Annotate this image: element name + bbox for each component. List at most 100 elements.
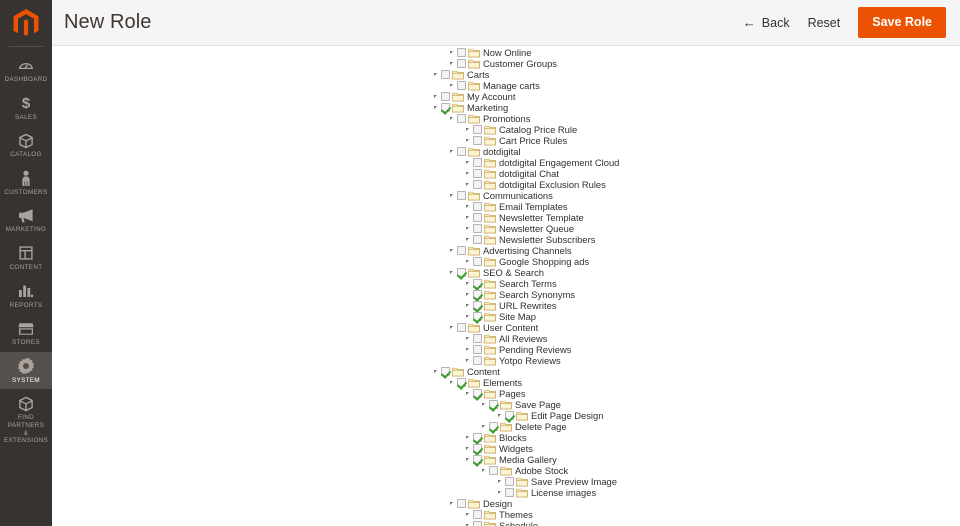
tree-checkbox[interactable] (440, 102, 451, 113)
sidebar-item-system[interactable]: System (0, 351, 52, 390)
tree-collapse-arrow-icon[interactable] (463, 443, 472, 454)
tree-row[interactable]: Newsletter Subscribers (431, 234, 951, 245)
tree-checkbox[interactable] (472, 333, 483, 344)
tree-row[interactable]: Site Map (431, 311, 951, 322)
tree-row[interactable]: License images (431, 487, 951, 498)
tree-checkbox[interactable] (456, 190, 467, 201)
tree-checkbox[interactable] (488, 399, 499, 410)
tree-collapse-arrow-icon[interactable] (447, 498, 456, 509)
tree-checkbox[interactable] (472, 223, 483, 234)
tree-collapse-arrow-icon[interactable] (463, 201, 472, 212)
tree-checkbox[interactable] (488, 465, 499, 476)
tree-collapse-arrow-icon[interactable] (463, 168, 472, 179)
tree-row[interactable]: Marketing (431, 102, 951, 113)
tree-row[interactable]: Newsletter Template (431, 212, 951, 223)
tree-checkbox[interactable] (456, 322, 467, 333)
back-button[interactable]: ← Back (743, 16, 790, 30)
tree-row[interactable]: Newsletter Queue (431, 223, 951, 234)
tree-row[interactable]: dotdigital Exclusion Rules (431, 179, 951, 190)
tree-collapse-arrow-icon[interactable] (463, 124, 472, 135)
tree-row[interactable]: dotdigital Engagement Cloud (431, 157, 951, 168)
tree-checkbox[interactable] (472, 300, 483, 311)
tree-row[interactable]: Now Online (431, 47, 951, 58)
tree-collapse-arrow-icon[interactable] (463, 509, 472, 520)
tree-collapse-arrow-icon[interactable] (463, 454, 472, 465)
tree-collapse-arrow-icon[interactable] (463, 333, 472, 344)
tree-checkbox[interactable] (504, 487, 515, 498)
tree-row[interactable]: Cart Price Rules (431, 135, 951, 146)
tree-row[interactable]: URL Rewrites (431, 300, 951, 311)
tree-checkbox[interactable] (472, 168, 483, 179)
tree-row[interactable]: All Reviews (431, 333, 951, 344)
tree-collapse-arrow-icon[interactable] (495, 410, 504, 421)
tree-checkbox[interactable] (472, 355, 483, 366)
tree-collapse-arrow-icon[interactable] (479, 465, 488, 476)
sidebar-item-catalog[interactable]: Catalog (0, 126, 52, 164)
tree-row[interactable]: Search Terms (431, 278, 951, 289)
tree-collapse-arrow-icon[interactable] (447, 377, 456, 388)
tree-collapse-arrow-icon[interactable] (463, 223, 472, 234)
sidebar-item-reports[interactable]: Reports (0, 277, 52, 315)
tree-row[interactable]: Email Templates (431, 201, 951, 212)
tree-collapse-arrow-icon[interactable] (463, 157, 472, 168)
tree-checkbox[interactable] (456, 80, 467, 91)
tree-row[interactable]: Adobe Stock (431, 465, 951, 476)
tree-collapse-arrow-icon[interactable] (447, 80, 456, 91)
tree-collapse-arrow-icon[interactable] (447, 322, 456, 333)
tree-checkbox[interactable] (472, 135, 483, 146)
tree-collapse-arrow-icon[interactable] (463, 135, 472, 146)
tree-collapse-arrow-icon[interactable] (463, 355, 472, 366)
sidebar-item-marketing[interactable]: Marketing (0, 201, 52, 239)
tree-row[interactable]: Edit Page Design (431, 410, 951, 421)
tree-checkbox[interactable] (456, 58, 467, 69)
tree-checkbox[interactable] (456, 377, 467, 388)
sidebar-item-customers[interactable]: Customers (0, 164, 52, 202)
tree-collapse-arrow-icon[interactable] (495, 476, 504, 487)
tree-checkbox[interactable] (456, 498, 467, 509)
tree-checkbox[interactable] (472, 278, 483, 289)
tree-row[interactable]: dotdigital (431, 146, 951, 157)
sidebar-item-sales[interactable]: $ Sales (0, 89, 52, 127)
tree-checkbox[interactable] (488, 421, 499, 432)
tree-row[interactable]: Elements (431, 377, 951, 388)
tree-checkbox[interactable] (472, 157, 483, 168)
tree-checkbox[interactable] (472, 256, 483, 267)
tree-checkbox[interactable] (472, 454, 483, 465)
tree-checkbox[interactable] (456, 267, 467, 278)
tree-row[interactable]: Pending Reviews (431, 344, 951, 355)
tree-checkbox[interactable] (504, 476, 515, 487)
tree-checkbox[interactable] (472, 212, 483, 223)
tree-collapse-arrow-icon[interactable] (431, 69, 440, 80)
tree-row[interactable]: Themes (431, 509, 951, 520)
sidebar-item-dashboard[interactable]: Dashboard (0, 51, 52, 89)
tree-row[interactable]: dotdigital Chat (431, 168, 951, 179)
tree-collapse-arrow-icon[interactable] (463, 289, 472, 300)
tree-row[interactable]: Search Synonyms (431, 289, 951, 300)
reset-button[interactable]: Reset (808, 16, 841, 30)
tree-collapse-arrow-icon[interactable] (463, 256, 472, 267)
tree-row[interactable]: Advertising Channels (431, 245, 951, 256)
tree-collapse-arrow-icon[interactable] (431, 366, 440, 377)
tree-collapse-arrow-icon[interactable] (463, 278, 472, 289)
tree-collapse-arrow-icon[interactable] (447, 146, 456, 157)
tree-collapse-arrow-icon[interactable] (479, 399, 488, 410)
magento-logo[interactable] (0, 0, 52, 46)
tree-checkbox[interactable] (472, 443, 483, 454)
tree-checkbox[interactable] (456, 47, 467, 58)
tree-collapse-arrow-icon[interactable] (447, 58, 456, 69)
tree-row[interactable]: Google Shopping ads (431, 256, 951, 267)
tree-checkbox[interactable] (472, 509, 483, 520)
tree-collapse-arrow-icon[interactable] (463, 520, 472, 526)
sidebar-item-find-partners-extensions[interactable]: Find Partners & Extensions (0, 389, 52, 449)
tree-row[interactable]: Schedule (431, 520, 951, 526)
tree-checkbox[interactable] (440, 366, 451, 377)
tree-checkbox[interactable] (472, 344, 483, 355)
tree-checkbox[interactable] (440, 91, 451, 102)
tree-collapse-arrow-icon[interactable] (463, 432, 472, 443)
tree-collapse-arrow-icon[interactable] (479, 421, 488, 432)
tree-checkbox[interactable] (472, 520, 483, 526)
tree-collapse-arrow-icon[interactable] (447, 245, 456, 256)
tree-checkbox[interactable] (472, 388, 483, 399)
tree-collapse-arrow-icon[interactable] (431, 102, 440, 113)
tree-row[interactable]: Content (431, 366, 951, 377)
